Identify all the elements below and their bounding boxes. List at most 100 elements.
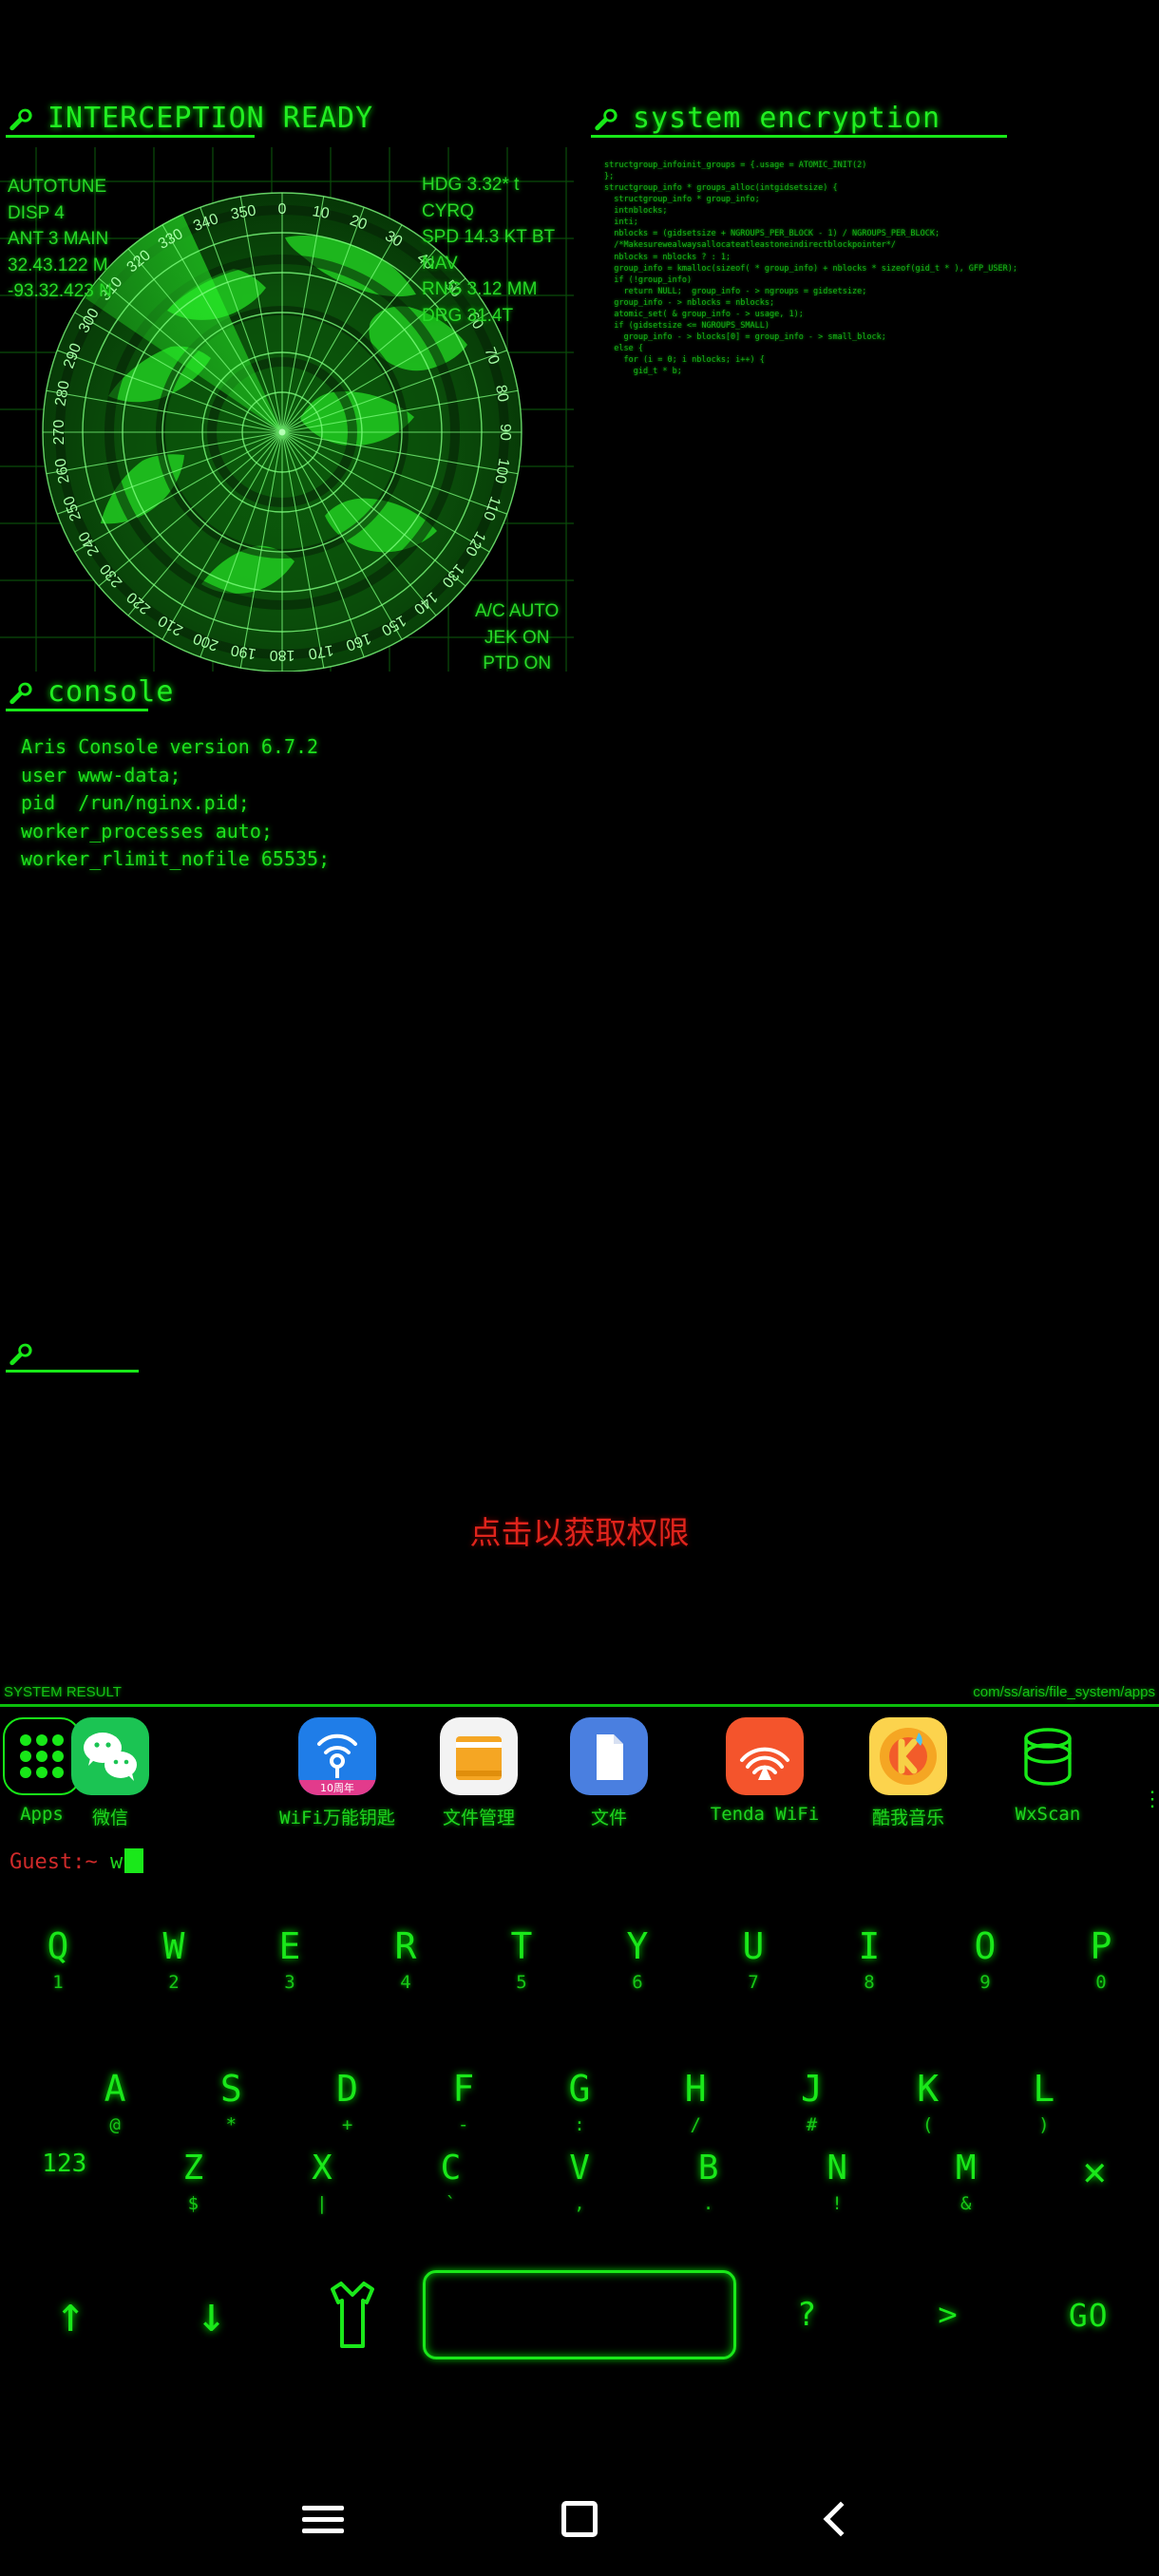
radar-center — [278, 428, 286, 436]
key-sublabel: $ — [187, 2193, 200, 2214]
app-label: Tenda WiFi — [710, 1804, 820, 1825]
key-w[interactable]: W2 — [116, 1928, 232, 1992]
key-sublabel: | — [316, 2193, 328, 2214]
back-icon — [823, 2501, 859, 2537]
kuwo-music-icon[interactable] — [869, 1717, 947, 1795]
key-e[interactable]: E3 — [232, 1928, 348, 1992]
key-sublabel: 3 — [284, 1972, 295, 1993]
console-panel-title: console — [48, 675, 175, 709]
key-label: > — [938, 2296, 958, 2334]
key-o[interactable]: O9 — [927, 1928, 1043, 1992]
key-arrow-down[interactable]: ↓ — [141, 2263, 281, 2367]
nav-home-button[interactable] — [546, 2491, 613, 2548]
key-label: P — [1090, 1925, 1112, 1967]
files-icon[interactable] — [570, 1717, 648, 1795]
key-sublabel: / — [690, 2114, 701, 2135]
key-sublabel: : — [574, 2114, 585, 2135]
key-label: F — [452, 2068, 475, 2110]
keyboard-row-2: A @ S * D + F - G: H / J # K(L) — [0, 2071, 1159, 2134]
prompt-caret — [124, 1848, 144, 1873]
key-m[interactable]: M & — [902, 2151, 1031, 2213]
file-manager-icon[interactable] — [440, 1717, 518, 1795]
terminal-prompt[interactable]: Guest:~ w — [10, 1848, 144, 1874]
key-arrow-up[interactable]: ↑ — [0, 2263, 141, 2367]
key-r[interactable]: R4 — [348, 1928, 464, 1992]
app-item-file-manager[interactable]: 文件管理 — [416, 1717, 542, 1829]
radar-display[interactable]: 0 10 20 30 40 50 60 70 80 90 100 110 120 130 140 150 160… — [0, 147, 574, 673]
arrow-up-icon: ↑ — [55, 2286, 86, 2343]
key-j[interactable]: J # — [753, 2071, 869, 2134]
permission-prompt[interactable]: 点击以获取权限 — [0, 1507, 1159, 1553]
wechat-icon[interactable] — [71, 1717, 149, 1795]
radar-corner-readout: A/C AUTO JEK ON PTD ON — [475, 601, 560, 674]
key-shirt[interactable] — [282, 2263, 423, 2367]
key-g[interactable]: G: — [522, 2071, 637, 2134]
app-item-wifi-master-key[interactable]: 10周年 WiFi万能钥匙 — [242, 1717, 432, 1829]
prompt-input-text: w — [109, 1850, 124, 1874]
key-label: I — [858, 1925, 881, 1967]
key-label: V — [569, 2149, 590, 2188]
radar-bearing-label: 80 — [492, 384, 511, 404]
app-dock: Apps 微信 10周年 WiFi万能钥匙 文件管理 文件 Tenda WiFi… — [0, 1710, 1159, 1843]
key-delete[interactable]: ✕ — [1031, 2151, 1159, 2213]
key-c[interactable]: C ` — [387, 2151, 516, 2213]
wifi-master-badge-text: 10周年 — [320, 1781, 354, 1794]
key-sublabel: 8 — [864, 1972, 875, 1993]
console-panel-header: console — [6, 678, 173, 711]
wrench-icon — [10, 1343, 32, 1366]
key-y[interactable]: Y6 — [580, 1928, 695, 1992]
key-u[interactable]: U7 — [695, 1928, 811, 1992]
nav-menu-button[interactable] — [290, 2491, 356, 2548]
key-greater-than[interactable]: > — [877, 2263, 1017, 2367]
key-label: C — [440, 2149, 462, 2188]
app-item-wechat[interactable]: 微信 — [48, 1717, 173, 1829]
key-label: 123 — [42, 2150, 87, 2178]
radar-bearing-label: 0 — [278, 201, 287, 218]
key-sublabel: 9 — [979, 1972, 991, 1993]
nav-back-button[interactable] — [803, 2491, 869, 2548]
tenda-wifi-icon[interactable] — [726, 1717, 804, 1795]
key-p[interactable]: P0 — [1043, 1928, 1159, 1992]
key-sublabel: 7 — [748, 1972, 759, 1993]
key-h[interactable]: H / — [637, 2071, 753, 2134]
key-go[interactable]: GO — [1018, 2263, 1159, 2367]
key-label: A — [104, 2068, 126, 2110]
key-label: T — [510, 1925, 533, 1967]
app-item-files[interactable]: 文件 — [546, 1717, 672, 1829]
key-sublabel: 0 — [1095, 1972, 1107, 1993]
app-item-wxscan[interactable]: WxScan — [985, 1717, 1111, 1825]
key-i[interactable]: I8 — [811, 1928, 927, 1992]
system-result-label: SYSTEM RESULT — [4, 1684, 122, 1700]
key-sublabel: & — [960, 2193, 972, 2214]
key-k[interactable]: K( — [870, 2071, 986, 2134]
key-x[interactable]: X | — [257, 2151, 387, 2213]
key-question[interactable]: ? — [736, 2263, 877, 2367]
app-item-tenda-wifi[interactable]: Tenda WiFi — [689, 1717, 841, 1825]
app-label: 文件 — [590, 1808, 627, 1828]
database-icon[interactable] — [1009, 1717, 1087, 1795]
wrench-icon — [10, 108, 32, 131]
key-123[interactable]: 123 — [0, 2151, 129, 2213]
key-d[interactable]: D + — [289, 2071, 405, 2134]
key-b[interactable]: B. — [644, 2151, 773, 2213]
key-z[interactable]: Z $ — [129, 2151, 258, 2213]
key-label: U — [742, 1925, 765, 1967]
key-q[interactable]: Q1 — [0, 1928, 116, 1992]
radar-bearing-label: 90 — [497, 424, 513, 441]
key-n[interactable]: N! — [772, 2151, 902, 2213]
key-s[interactable]: S * — [173, 2071, 289, 2134]
key-sublabel: 4 — [400, 1972, 411, 1993]
key-t[interactable]: T5 — [464, 1928, 580, 1992]
dock-overflow-icon[interactable]: ⋮ — [1142, 1789, 1159, 1809]
key-l[interactable]: L) — [986, 2071, 1102, 2134]
radar-bearing-label: 180 — [270, 647, 295, 663]
key-f[interactable]: F- — [406, 2071, 522, 2134]
key-sublabel: - — [458, 2114, 469, 2135]
key-sublabel: @ — [109, 2114, 121, 2135]
key-space[interactable] — [422, 2270, 736, 2359]
key-sublabel: + — [341, 2114, 353, 2135]
wifi-master-key-icon[interactable]: 10周年 — [298, 1717, 376, 1795]
app-item-kuwo-music[interactable]: 酷我音乐 — [846, 1717, 971, 1829]
key-v[interactable]: V, — [515, 2151, 644, 2213]
key-a[interactable]: A @ — [57, 2071, 173, 2134]
